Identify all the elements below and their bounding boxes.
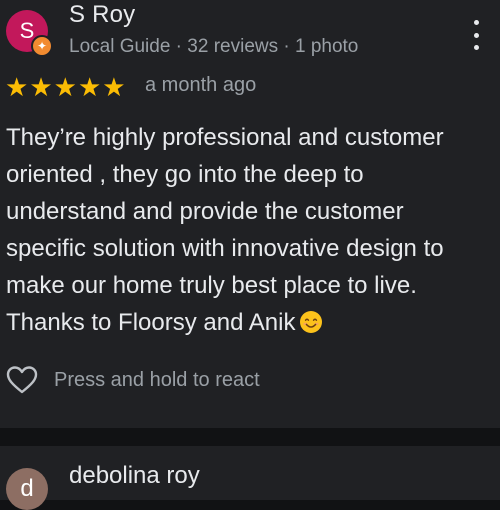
review-text-line: understand and provide the customer: [6, 198, 404, 225]
local-guide-badge-icon: ✦: [31, 35, 53, 57]
react-hint[interactable]: Press and hold to react: [54, 369, 260, 392]
review-text-line: specific solution with innovative design…: [6, 235, 444, 262]
menu-dot: [473, 45, 479, 50]
star-icon: ★: [77, 72, 102, 102]
star-icon: ★: [29, 72, 53, 102]
avatar-initial: d: [20, 475, 34, 502]
reviewer-meta: Local Guide · 32 reviews · 1 photo: [69, 36, 359, 57]
menu-dot: [473, 32, 479, 38]
review-text-line: make our home truly best place to live.: [6, 272, 417, 299]
next-reviewer-name[interactable]: debolina roy: [69, 462, 200, 490]
next-reviewer-avatar[interactable]: d: [6, 468, 48, 510]
star-icon: ★: [5, 72, 29, 102]
kebab-menu-icon[interactable]: [466, 20, 486, 50]
review-text: They’re highly professional and customer…: [6, 119, 498, 341]
menu-dot: [473, 20, 479, 25]
reviewer-name[interactable]: S Roy: [69, 1, 135, 29]
review-text-line-last: Thanks to Floorsy and Anik: [6, 304, 498, 341]
review-text-line: oriented , they go into the deep to: [6, 161, 364, 188]
card-divider: [0, 428, 500, 446]
smiling-face-emoji-icon: [300, 311, 323, 333]
review-card: S ✦ S Roy Local Guide · 32 reviews · 1 p…: [0, 0, 500, 428]
star-icon: ★: [102, 72, 126, 102]
review-time: a month ago: [145, 74, 257, 96]
review-text-line: They’re highly professional and customer: [6, 124, 444, 151]
heart-outline-icon[interactable]: [6, 365, 38, 395]
star-icon: ★: [53, 72, 77, 102]
review-text-line: Thanks to Floorsy and Anik: [6, 309, 296, 336]
star-rating: ★ ★ ★ ★ ★: [5, 74, 126, 100]
